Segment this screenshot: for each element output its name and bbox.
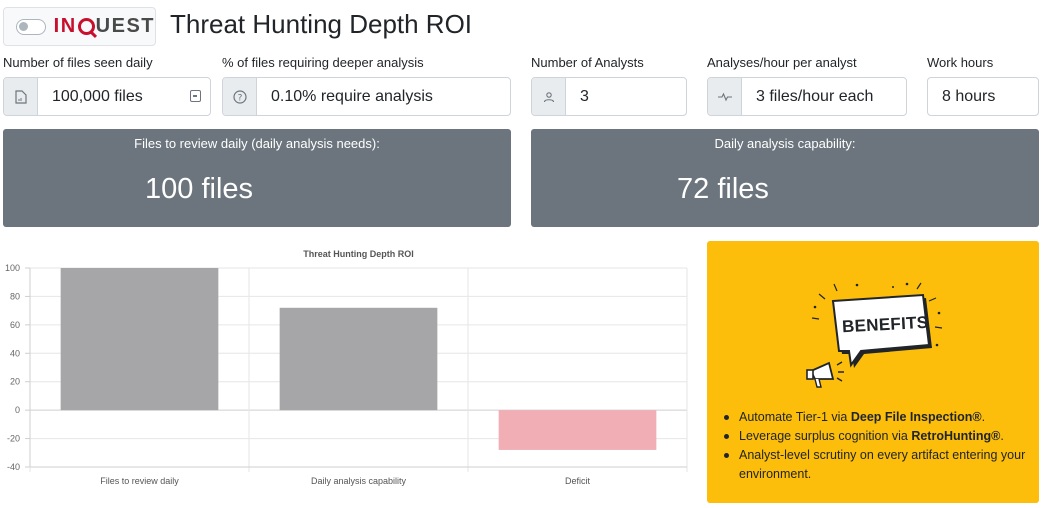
x-tick-label: Files to review daily — [100, 476, 179, 486]
y-tick-label: 20 — [10, 377, 20, 387]
deeper-analysis-input[interactable]: ? 0.10% require analysis — [222, 77, 511, 116]
benefit-item: Automate Tier-1 via Deep File Inspection… — [721, 408, 1037, 427]
files-seen-label: Number of files seen daily — [3, 55, 153, 70]
y-tick-label: 40 — [10, 348, 20, 358]
deeper-analysis-value: 0.10% require analysis — [271, 87, 433, 105]
analysts-input[interactable]: 3 — [531, 77, 687, 116]
analyses-per-hour-value: 3 files/hour each — [756, 87, 874, 105]
logo[interactable]: IN UEST — [3, 7, 156, 46]
x-tick-label: Deficit — [565, 476, 591, 486]
roi-chart: Threat Hunting Depth ROI 100 80 60 40 20 0 -20 -… — [0, 240, 700, 508]
benefits-list: Automate Tier-1 via Deep File Inspection… — [721, 408, 1037, 484]
files-seen-value: 100,000 files — [52, 87, 143, 105]
benefit-product: RetroHunting® — [911, 429, 1001, 443]
logo-wordmark: IN UEST — [54, 15, 155, 38]
bar-daily-analysis-capability — [279, 307, 438, 411]
number-spinner-icon[interactable] — [190, 90, 201, 102]
logo-uest-text: UEST — [95, 15, 155, 37]
chart-title: Threat Hunting Depth ROI — [303, 249, 414, 259]
x-tick-label: Daily analysis capability — [311, 476, 407, 486]
svg-text:?: ? — [237, 93, 242, 103]
daily-needs-card: Files to review daily (daily analysis ne… — [3, 129, 511, 227]
bar-files-to-review-daily — [60, 268, 219, 411]
question-circle-icon: ? — [223, 78, 257, 115]
analysts-value: 3 — [580, 87, 589, 105]
y-tick-label: 60 — [10, 320, 20, 330]
files-seen-input[interactable]: 100,000 files — [3, 77, 211, 116]
benefit-suffix: . — [981, 410, 986, 424]
work-hours-value: 8 hours — [942, 87, 996, 105]
y-tick-label: 80 — [10, 291, 20, 301]
y-tick-label: -40 — [7, 462, 20, 472]
analyses-per-hour-input[interactable]: 3 files/hour each — [707, 77, 907, 116]
benefit-suffix: . — [1000, 429, 1004, 443]
activity-icon — [708, 78, 742, 115]
page-title: Threat Hunting Depth ROI — [170, 9, 473, 39]
y-tick-label: 0 — [15, 405, 20, 415]
analysts-label: Number of Analysts — [531, 55, 644, 70]
benefit-text: Automate Tier-1 via — [739, 410, 851, 424]
daily-capability-value: 72 files — [677, 173, 769, 205]
analyses-per-hour-label: Analyses/hour per analyst — [707, 55, 857, 70]
benefit-text: Analyst-level scrutiny on every artifact… — [739, 448, 1026, 481]
bar-deficit — [498, 410, 657, 450]
logo-q-magnifier-icon — [77, 18, 95, 35]
benefit-item: Leverage surplus cognition via RetroHunt… — [721, 427, 1037, 446]
work-hours-input[interactable]: 8 hours — [927, 77, 1039, 116]
benefits-panel: BENEFITS Automate Tier-1 via Deep File I… — [707, 241, 1039, 503]
benefit-item: Analyst-level scrutiny on every artifact… — [721, 446, 1037, 484]
toggle-switch[interactable] — [16, 18, 46, 35]
benefits-megaphone-illustration — [806, 282, 943, 388]
document-icon — [4, 78, 38, 115]
daily-needs-value: 100 files — [145, 173, 254, 205]
y-tick-label: 100 — [5, 263, 20, 273]
roi-bar-chart: Threat Hunting Depth ROI 100 80 60 40 20 0 -20 -… — [5, 249, 688, 486]
logo-in-text: IN — [53, 15, 77, 37]
person-icon — [532, 78, 566, 115]
deeper-analysis-label: % of files requiring deeper analysis — [222, 55, 424, 70]
y-tick-label: -20 — [7, 434, 20, 444]
daily-capability-card: Daily analysis capability: 72 files — [531, 129, 1039, 227]
benefit-product: Deep File Inspection® — [850, 410, 982, 424]
daily-capability-title: Daily analysis capability: — [714, 136, 856, 151]
benefit-text: Leverage surplus cognition via — [739, 429, 912, 443]
daily-needs-title: Files to review daily (daily analysis ne… — [134, 136, 380, 151]
work-hours-label: Work hours — [927, 55, 994, 70]
